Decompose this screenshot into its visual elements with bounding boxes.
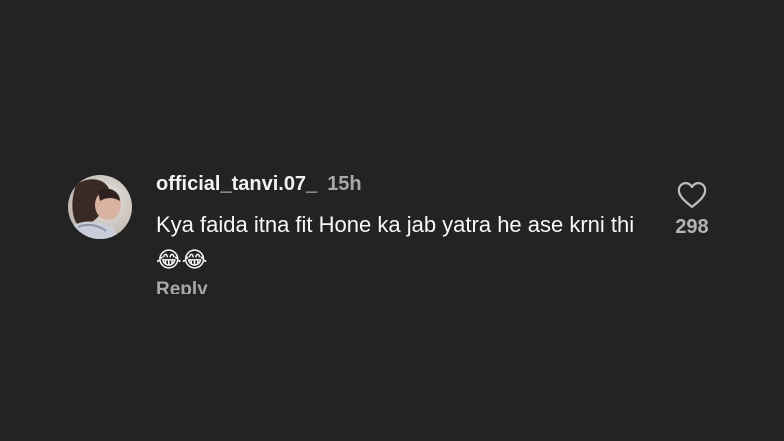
like-count: 298	[675, 216, 709, 238]
comment-item: official_tanvi.07_ 15h Kya faida itna fit…	[66, 166, 726, 296]
comment-text: Kya faida itna fit Hone ka jab yatra he …	[156, 208, 636, 274]
comment-meta: official_tanvi.07_ 15h	[156, 172, 362, 196]
like-control: 298	[662, 181, 722, 239]
laughing-emoji-icon: 😂😂	[156, 247, 208, 272]
heart-outline-icon[interactable]	[677, 181, 707, 209]
reply-button[interactable]: Reply	[156, 278, 208, 294]
username[interactable]: official_tanvi.07_	[156, 173, 317, 195]
avatar-image	[68, 175, 132, 239]
avatar[interactable]	[68, 175, 132, 239]
comment-screen: official_tanvi.07_ 15h Kya faida itna fit…	[0, 0, 784, 441]
comment-body: Kya faida itna fit Hone ka jab yatra he …	[156, 212, 635, 237]
comment-time: 15h	[327, 173, 362, 195]
